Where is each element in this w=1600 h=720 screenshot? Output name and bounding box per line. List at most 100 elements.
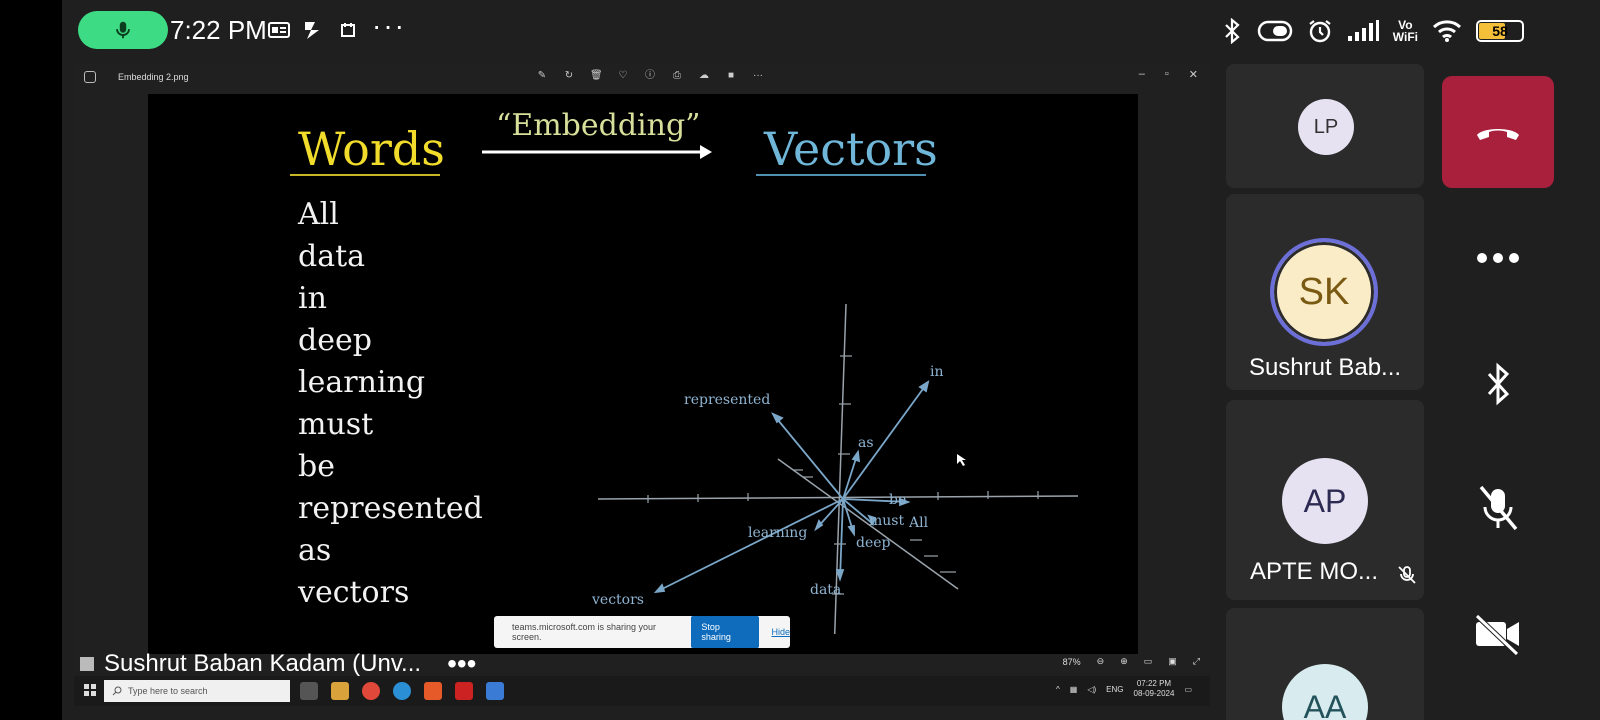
calendar-notification-icon (340, 18, 356, 42)
tray-language: ENG (1106, 684, 1124, 694)
windows-taskbar: Type here to search ^ ▦ ◁) ENG 07:22 PM … (74, 676, 1210, 706)
more-notifications-icon: ··· (372, 10, 406, 41)
print-icon: ⎙ (673, 70, 681, 81)
vectors-underline (756, 174, 926, 176)
edit-icon: ✎ (537, 70, 547, 81)
vector-label-vectors: vectors (591, 592, 644, 608)
vector-label-be: be (889, 492, 906, 508)
word-item: vectors (298, 575, 410, 610)
vector-label-in: in (930, 364, 944, 380)
zoom-level: 87% (1062, 656, 1081, 667)
app-notification-icon (302, 18, 324, 42)
words-underline (290, 174, 440, 176)
alarm-icon (1309, 20, 1331, 43)
stop-sharing-button[interactable]: Stop sharing (691, 616, 760, 648)
vector-space-plot: in represented as be must All learning d… (591, 303, 1079, 634)
vector-label-learning: learning (748, 525, 807, 541)
mic-off-icon (1479, 485, 1518, 531)
edge-icon (393, 682, 411, 700)
participant-name: Sushrut Bab... (1248, 354, 1402, 381)
presenter-name: Sushrut Baban Kadam (Unv... (104, 650, 422, 677)
vector-label-all: All (908, 515, 929, 531)
presenter-label: Sushrut Baban Kadam (Unv... ••• (80, 648, 476, 680)
screen-share-notice: teams.microsoft.com is sharing your scre… (494, 616, 790, 648)
data-saver-toggle-icon (1257, 20, 1293, 42)
vector-label-deep: deep (856, 535, 891, 551)
avatar: AA (1282, 664, 1368, 720)
rotate-icon: ↻ (564, 70, 574, 81)
tray-chevron-icon: ^ (1056, 684, 1060, 694)
presenter-indicator-icon (80, 657, 94, 671)
vector-label-must: must (869, 513, 904, 529)
notification-center-icon: ▭ (1184, 684, 1192, 694)
participant-tile[interactable]: AP APTE MO... (1226, 400, 1424, 600)
delete-icon: 🗑 (590, 70, 603, 81)
wifi-icon (1432, 20, 1462, 42)
word-item: as (298, 533, 332, 568)
word-list: All data in deep learning must be repres… (298, 194, 483, 614)
viewer-file-title: Embedding 2.png (118, 72, 189, 82)
mic-indicator-pill[interactable] (78, 11, 168, 49)
zoom-out-icon: ⊖ (1096, 656, 1105, 666)
bluetooth-audio-button[interactable] (1442, 354, 1554, 414)
video-off-icon (1475, 614, 1519, 656)
more-icon: ··· (753, 70, 763, 81)
share-notice-message: teams.microsoft.com is sharing your scre… (512, 622, 657, 642)
mouse-cursor-icon (957, 454, 966, 466)
vowifi-indicator: Vo WiFi (1392, 18, 1418, 44)
window-controls: – ▫ ✕ (1139, 68, 1198, 81)
restore-icon: ▫ (1164, 68, 1169, 80)
hang-up-icon (1477, 129, 1519, 140)
vector-data (839, 498, 844, 580)
battery-indicator: 58 (1476, 20, 1524, 42)
participant-tile[interactable]: LP (1226, 64, 1424, 188)
tray-clock: 07:22 PM 08-09-2024 (1133, 679, 1175, 698)
mute-button[interactable] (1442, 478, 1554, 538)
word-item: in (298, 281, 327, 316)
viewer-toolbar: ✎ ↻ 🗑 ♡ ⓘ ⎙ ☁ ■ ··· (536, 70, 764, 82)
tray-volume-icon: ◁) (1087, 684, 1097, 694)
avatar: LP (1298, 99, 1354, 155)
viewer-zoom-bar: 87% ⊖ ⊕ ▭ ▣ ⤢ (1063, 656, 1200, 667)
word-item: deep (298, 323, 372, 358)
signal-icon (1347, 20, 1379, 41)
vector-as-arrowhead (851, 449, 861, 463)
word-item: All (298, 197, 339, 232)
vector-in (842, 381, 929, 500)
plot-z-axis (777, 458, 959, 590)
bluetooth-icon (1487, 362, 1510, 406)
status-bar: 7:22 PM ··· Vo WiFi 58 (62, 0, 1600, 62)
status-right-icons: Vo WiFi 58 (1221, 16, 1524, 46)
vectors-title: Vectors (764, 122, 938, 176)
system-tray: ^ ▦ ◁) ENG 07:22 PM 08-09-2024 ▭ (1056, 679, 1192, 699)
more-dots-icon (1477, 253, 1519, 263)
word-item: be (298, 449, 335, 484)
camera-button[interactable] (1442, 604, 1554, 664)
vector-data-arrowhead (835, 569, 845, 582)
vector-label-data: data (810, 582, 841, 598)
word-item: data (298, 239, 366, 274)
end-call-button[interactable] (1442, 76, 1554, 188)
more-options-button[interactable] (1442, 228, 1554, 288)
filmstrip-icon: ▣ (1168, 656, 1177, 666)
taskbar-search-placeholder: Type here to search (128, 686, 208, 696)
acrobat-icon (455, 682, 473, 700)
presenter-more-icon[interactable]: ••• (447, 648, 476, 680)
info-icon: ⓘ (645, 70, 655, 81)
participant-tile[interactable]: AA (1226, 608, 1424, 720)
word-item: represented (298, 491, 483, 526)
embedding-label: “Embedding” (496, 108, 701, 143)
search-icon (112, 686, 122, 696)
vector-label-as: as (858, 435, 874, 451)
image-viewer-titlebar: Embedding 2.png ✎ ↻ 🗑 ♡ ⓘ ⎙ ☁ ■ ··· – ▫ … (74, 64, 1210, 92)
active-app-icon (486, 682, 504, 700)
embedding-arrow (482, 145, 712, 159)
vector-represented (772, 413, 844, 500)
hide-notice-link[interactable]: Hide (771, 627, 790, 637)
avatar: SK (1270, 238, 1378, 346)
shared-screen: Embedding 2.png ✎ ↻ 🗑 ♡ ⓘ ⎙ ☁ ■ ··· – ▫ … (74, 64, 1210, 672)
participant-tile[interactable]: SK Sushrut Bab... (1226, 194, 1424, 390)
words-title: Words (298, 122, 445, 176)
taskbar-apps (300, 682, 504, 700)
minimize-icon: – (1138, 68, 1145, 80)
